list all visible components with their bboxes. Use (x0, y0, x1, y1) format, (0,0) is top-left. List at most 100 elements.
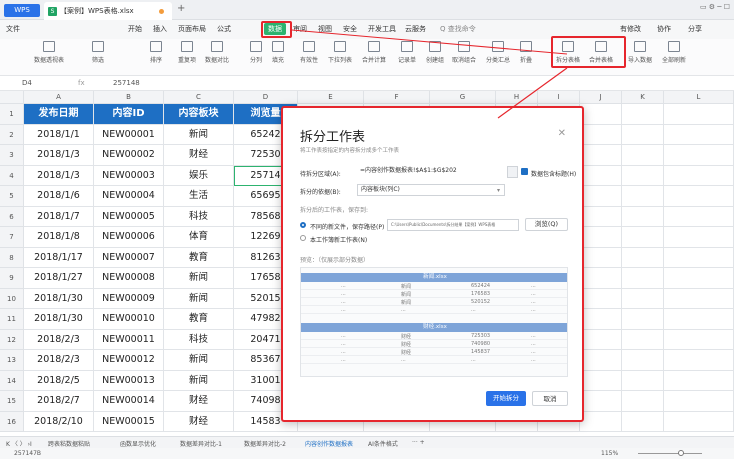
fx-icon[interactable]: fx (78, 79, 85, 87)
empty-cell[interactable] (580, 145, 622, 166)
table-cell[interactable]: 娱乐 (164, 165, 234, 186)
cancel-button[interactable]: 取消 (532, 391, 568, 406)
menu-security[interactable]: 安全 (343, 24, 357, 34)
browse-button[interactable]: 浏览(Q) (525, 218, 568, 231)
empty-cell[interactable] (622, 165, 664, 186)
column-header[interactable]: E (298, 91, 364, 104)
sheet-tab-4[interactable]: 数据差异对比-2 (244, 439, 286, 448)
range-picker-icon[interactable] (507, 166, 518, 178)
column-header[interactable]: C (164, 91, 234, 104)
empty-cell[interactable] (580, 104, 622, 125)
empty-cell[interactable] (622, 391, 664, 412)
menu-view[interactable]: 视图 (318, 24, 332, 34)
document-tab[interactable]: S 【案例】WPS表格.xlsx (44, 2, 172, 20)
empty-cell[interactable] (580, 411, 622, 432)
add-sheet-button[interactable]: ··· + (412, 439, 425, 446)
empty-cell[interactable] (580, 268, 622, 289)
empty-cell[interactable] (580, 288, 622, 309)
table-cell[interactable]: 2018/2/10 (24, 411, 94, 432)
table-cell[interactable]: 财经 (164, 391, 234, 412)
empty-cell[interactable] (580, 309, 622, 330)
changes-button[interactable]: 有修改 (620, 24, 641, 34)
table-header-cell[interactable]: 内容ID (94, 104, 164, 125)
empty-cell[interactable] (622, 288, 664, 309)
table-cell[interactable]: 2018/1/30 (24, 309, 94, 330)
column-header[interactable]: A (24, 91, 94, 104)
ribbon-group[interactable]: 创建组 (426, 41, 444, 64)
table-cell[interactable]: NEW00014 (94, 391, 164, 412)
ribbon-dropdown[interactable]: 下拉列表 (328, 41, 352, 64)
ribbon-duplicates[interactable]: 重复项 (178, 41, 196, 64)
empty-cell[interactable] (622, 206, 664, 227)
row-header[interactable]: 7 (0, 227, 24, 248)
wps-logo[interactable]: WPS (4, 4, 40, 17)
menu-start[interactable]: 开始 (128, 24, 142, 34)
table-cell[interactable]: 2018/1/27 (24, 268, 94, 289)
menu-review[interactable]: 审阅 (293, 24, 307, 34)
column-header[interactable]: F (364, 91, 430, 104)
empty-cell[interactable] (580, 391, 622, 412)
row-header[interactable]: 10 (0, 288, 24, 309)
column-header[interactable]: J (580, 91, 622, 104)
ribbon-form[interactable]: 记录单 (398, 41, 416, 64)
empty-cell[interactable] (580, 350, 622, 371)
menu-insert[interactable]: 插入 (153, 24, 167, 34)
empty-cell[interactable] (664, 247, 734, 268)
column-header[interactable]: H (496, 91, 538, 104)
table-cell[interactable]: NEW00008 (94, 268, 164, 289)
empty-cell[interactable] (622, 309, 664, 330)
empty-cell[interactable] (664, 309, 734, 330)
ribbon-consolidate[interactable]: 合并计算 (362, 41, 386, 64)
table-cell[interactable]: 新闻 (164, 268, 234, 289)
table-cell[interactable]: 2018/1/30 (24, 288, 94, 309)
ribbon-filter[interactable]: 筛选 (92, 41, 104, 64)
empty-cell[interactable] (580, 329, 622, 350)
table-cell[interactable]: 生活 (164, 186, 234, 207)
row-header[interactable]: 12 (0, 329, 24, 350)
empty-cell[interactable] (580, 247, 622, 268)
zoom-knob[interactable] (678, 450, 684, 456)
table-cell[interactable]: 2018/1/17 (24, 247, 94, 268)
table-cell[interactable]: 2018/1/8 (24, 227, 94, 248)
radio-this-workbook[interactable] (300, 235, 306, 241)
table-cell[interactable]: NEW00015 (94, 411, 164, 432)
row-header[interactable]: 11 (0, 309, 24, 330)
empty-cell[interactable] (622, 186, 664, 207)
table-cell[interactable]: 新闻 (164, 350, 234, 371)
table-cell[interactable]: NEW00002 (94, 145, 164, 166)
empty-cell[interactable] (664, 370, 734, 391)
table-cell[interactable]: NEW00006 (94, 227, 164, 248)
table-cell[interactable]: NEW00009 (94, 288, 164, 309)
row-header[interactable]: 1 (0, 104, 24, 125)
row-header[interactable]: 3 (0, 145, 24, 166)
row-header[interactable]: 16 (0, 411, 24, 432)
table-cell[interactable]: NEW00003 (94, 165, 164, 186)
sheet-tab-6[interactable]: AI条件格式 (368, 439, 398, 448)
ribbon-fill[interactable]: 填充 (272, 41, 284, 64)
start-split-button[interactable]: 开始拆分 (486, 391, 526, 406)
table-cell[interactable]: NEW00001 (94, 124, 164, 145)
sheet-tab-2[interactable]: 函数显示优化 (120, 439, 156, 448)
menu-page-layout[interactable]: 页面布局 (178, 24, 206, 34)
split-by-select[interactable]: 内容板块(列C) (357, 184, 505, 196)
table-header-cell[interactable]: 内容板块 (164, 104, 234, 125)
table-cell[interactable]: NEW00005 (94, 206, 164, 227)
empty-cell[interactable] (664, 124, 734, 145)
menu-formula[interactable]: 公式 (217, 24, 231, 34)
empty-cell[interactable] (622, 370, 664, 391)
empty-cell[interactable] (580, 206, 622, 227)
header-checkbox[interactable] (521, 168, 528, 175)
ribbon-import[interactable]: 导入数据 (628, 41, 652, 64)
share-button[interactable]: 分享 (688, 24, 702, 34)
empty-cell[interactable] (622, 411, 664, 432)
empty-cell[interactable] (664, 268, 734, 289)
table-cell[interactable]: 体育 (164, 227, 234, 248)
ribbon-split-col[interactable]: 分列 (250, 41, 262, 64)
menu-dev-tools[interactable]: 开发工具 (368, 24, 396, 34)
table-cell[interactable]: 教育 (164, 309, 234, 330)
table-cell[interactable]: 2018/2/7 (24, 391, 94, 412)
table-cell[interactable]: 科技 (164, 206, 234, 227)
empty-cell[interactable] (622, 247, 664, 268)
row-header[interactable]: 14 (0, 370, 24, 391)
table-cell[interactable]: 2018/2/3 (24, 329, 94, 350)
